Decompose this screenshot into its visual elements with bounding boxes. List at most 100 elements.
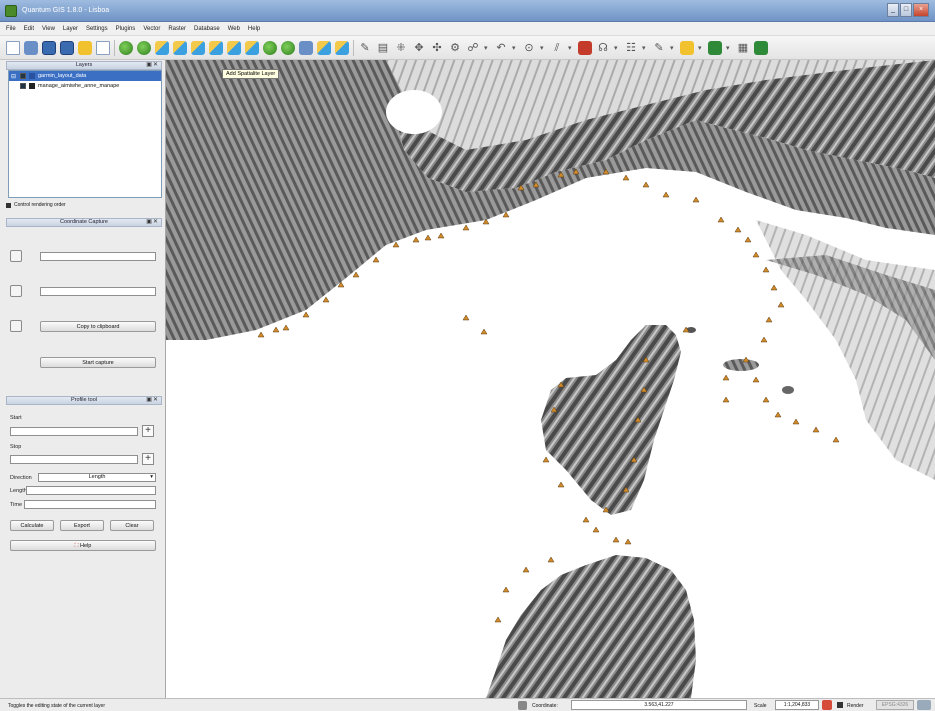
dropdown-arrow[interactable]: ▾ [670, 44, 676, 52]
menu-layer[interactable]: Layer [63, 26, 78, 32]
save-as-icon[interactable] [60, 40, 74, 55]
new-gpx-icon[interactable] [317, 40, 331, 55]
open-project-icon[interactable] [24, 40, 38, 55]
add-vector-layer-icon[interactable] [119, 40, 133, 55]
undo-icon[interactable]: ↶ [494, 41, 508, 55]
add-wms-layer-icon[interactable] [209, 40, 223, 55]
layers-tree[interactable]: ⊟ garmin_layout_data manage_aimiwhe_anne… [8, 70, 162, 198]
remove-layer-icon[interactable] [335, 40, 349, 55]
close-button[interactable]: × [913, 3, 929, 17]
menu-help[interactable]: Help [248, 26, 260, 32]
projection-icon[interactable] [917, 700, 931, 710]
add-postgis-layer-icon[interactable] [155, 40, 169, 55]
menu-database[interactable]: Database [194, 26, 220, 32]
add-wfs-layer-icon[interactable] [245, 40, 259, 55]
add-delimited-text-icon[interactable] [263, 40, 277, 55]
time-field[interactable] [24, 500, 156, 509]
zoom-in-icon[interactable]: ⁜ [394, 41, 408, 55]
label-icon[interactable] [680, 40, 694, 55]
bookmarks-icon[interactable]: ☷ [624, 41, 638, 55]
menu-plugins[interactable]: Plugins [116, 26, 136, 32]
layer-item[interactable]: ⊟ garmin_layout_data [9, 71, 161, 81]
stop-add-button[interactable]: + [142, 453, 154, 465]
start-add-button[interactable]: + [142, 425, 154, 437]
poi-marker [792, 418, 800, 425]
stop-field[interactable] [10, 454, 138, 464]
digitize-icon[interactable] [578, 40, 592, 55]
menu-web[interactable]: Web [228, 26, 240, 32]
print-icon[interactable] [96, 40, 110, 55]
dropdown-arrow[interactable]: ▾ [614, 44, 620, 52]
menu-vector[interactable]: Vector [143, 26, 160, 32]
map-crs-icon[interactable] [10, 285, 22, 297]
pencil-icon[interactable]: ✎ [358, 41, 372, 55]
render-checkbox[interactable] [837, 702, 843, 708]
direction-select[interactable]: Length ▾ [38, 473, 156, 482]
menu-file[interactable]: File [6, 26, 16, 32]
dock-buttons[interactable]: ▣✕ [146, 219, 159, 226]
select-features-icon[interactable]: ⊙ [522, 41, 536, 55]
dropdown-arrow[interactable]: ▾ [512, 44, 518, 52]
minimize-button[interactable]: _ [887, 3, 899, 17]
plugin-icon[interactable] [708, 40, 722, 55]
menu-raster[interactable]: Raster [168, 26, 186, 32]
python-icon[interactable] [754, 40, 768, 55]
add-mssql-layer-icon[interactable] [191, 40, 205, 55]
menu-view[interactable]: View [42, 26, 55, 32]
dropdown-arrow[interactable]: ▾ [540, 44, 546, 52]
dropdown-arrow[interactable]: ▾ [568, 44, 574, 52]
capture-coord-field-1[interactable] [40, 251, 156, 261]
save-project-icon[interactable] [42, 40, 56, 55]
dropdown-arrow[interactable]: ▾ [698, 44, 704, 52]
identify-icon[interactable]: ☍ [466, 41, 480, 55]
menu-settings[interactable]: Settings [86, 26, 108, 32]
help-button[interactable]: ⛶ Help [10, 540, 156, 551]
start-field[interactable] [10, 426, 138, 436]
pan-map-icon[interactable]: ▤ [376, 41, 390, 55]
help-button-label: Help [80, 543, 92, 549]
stop-render-icon[interactable] [822, 700, 832, 710]
map-tips-icon[interactable]: ☊ [596, 41, 610, 55]
start-capture-button[interactable]: Start capture [40, 357, 156, 368]
clear-button[interactable]: Clear [110, 520, 154, 531]
add-raster-layer-icon[interactable] [137, 40, 151, 55]
menu-edit[interactable]: Edit [24, 26, 34, 32]
scale-field[interactable]: 1:1,204,833 [775, 700, 819, 710]
dropdown-arrow[interactable]: ▾ [642, 44, 648, 52]
expand-icon[interactable]: ⊟ [11, 73, 17, 80]
export-button[interactable]: Export [60, 520, 104, 531]
dock-buttons[interactable]: ▣✕ [146, 397, 159, 404]
move-icon[interactable]: ✥ [412, 41, 426, 55]
copy-to-clipboard-button[interactable]: Copy to clipboard [40, 320, 156, 332]
annotation-icon[interactable]: ✎ [652, 41, 666, 55]
new-shapefile-icon[interactable] [281, 40, 295, 55]
add-spatialite-layer-icon[interactable] [173, 40, 187, 55]
layer-visibility-checkbox[interactable] [20, 73, 26, 79]
coordinate-field[interactable]: 3.563,41.227 [571, 700, 747, 710]
help-icon[interactable]: ▦ [736, 41, 750, 55]
layer-visibility-checkbox[interactable] [20, 83, 26, 89]
capture-coord-field-2[interactable] [40, 286, 156, 296]
crs-status-button[interactable]: EPSG:4326 [876, 700, 914, 710]
settings-icon[interactable]: ⚙ [448, 41, 462, 55]
new-project-icon[interactable] [6, 40, 20, 55]
maximize-button[interactable]: □ [900, 3, 912, 17]
render-order-control[interactable]: Control rendering order [6, 202, 66, 208]
map-canvas[interactable] [166, 60, 935, 698]
layer-item[interactable]: manage_aimiwhe_anne_manape [9, 81, 161, 91]
crs-gear-icon[interactable] [10, 250, 22, 262]
dropdown-arrow[interactable]: ▾ [484, 44, 490, 52]
dock-buttons[interactable]: ▣✕ [146, 62, 159, 69]
coordinate-toggle-icon[interactable] [518, 701, 527, 710]
print-composer-icon[interactable] [78, 40, 92, 55]
poi-marker [257, 331, 265, 338]
new-spatialite-icon[interactable] [299, 40, 313, 55]
render-order-checkbox[interactable] [6, 202, 11, 208]
layer-label: garmin_layout_data [38, 73, 87, 79]
length-field[interactable] [26, 486, 156, 495]
zoom-full-icon[interactable]: ✣ [430, 41, 444, 55]
calculate-button[interactable]: Calculate [10, 520, 54, 531]
add-wcs-layer-icon[interactable] [227, 40, 241, 55]
dropdown-arrow[interactable]: ▾ [726, 44, 732, 52]
measure-icon[interactable]: ⫽ [550, 41, 564, 55]
